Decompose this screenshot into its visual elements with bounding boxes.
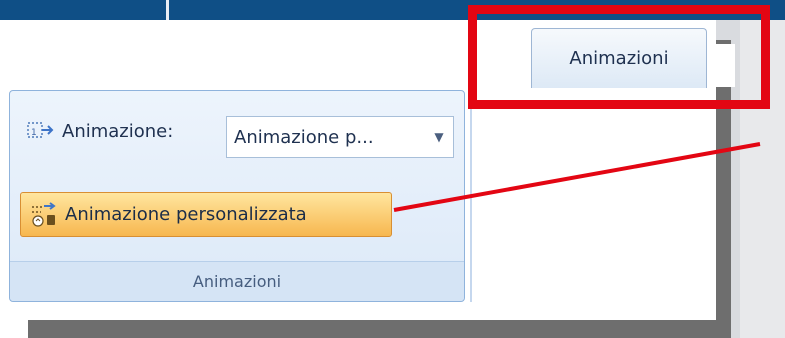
ribbon-group-separator: [470, 90, 472, 302]
custom-animation-icon: [32, 201, 56, 227]
ribbon-group-label: Animazioni: [192, 272, 282, 291]
animation-dropdown-value: Animazione p...: [234, 126, 374, 148]
ribbon-group-footer: Animazioni: [10, 261, 464, 301]
highlight-box: [468, 5, 770, 109]
animation-dropdown[interactable]: Animazione p... ▼: [226, 116, 454, 158]
animation-icon: 1: [27, 122, 54, 138]
svg-text:1: 1: [31, 128, 37, 138]
custom-animation-label: Animazione personalizzata: [65, 204, 307, 225]
animation-label: Animazione:: [62, 120, 174, 142]
title-bar-divider: [166, 0, 169, 20]
animation-row: 1 Animazione:: [26, 119, 181, 143]
custom-animation-button[interactable]: Animazione personalizzata: [20, 192, 392, 237]
chevron-down-icon[interactable]: ▼: [425, 130, 453, 144]
